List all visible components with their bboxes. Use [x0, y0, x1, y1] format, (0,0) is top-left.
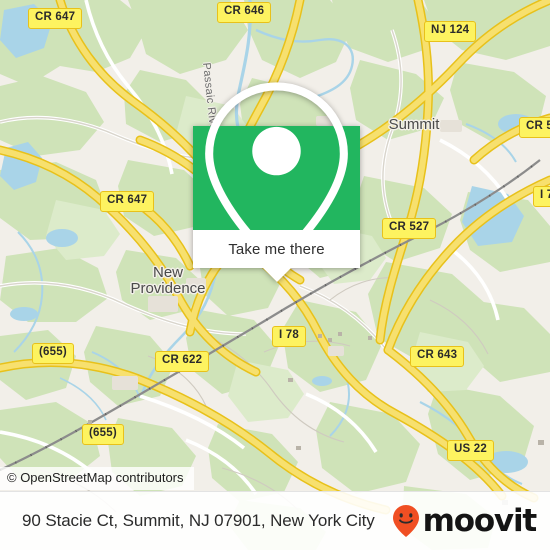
- location-popup-card[interactable]: Take me there: [193, 82, 360, 282]
- address-text: 90 Stacie Ct, Summit, NJ 07901, New York…: [22, 511, 375, 530]
- take-me-there-label: Take me there: [228, 240, 325, 258]
- moovit-pin-smile-icon: [392, 505, 419, 537]
- road-shield-i-78-east[interactable]: I 7: [533, 186, 550, 207]
- moovit-brand[interactable]: moovit: [391, 502, 538, 539]
- map-screen: Summit New Providence Passaic River CR 6…: [0, 0, 550, 550]
- map-canvas[interactable]: Summit New Providence Passaic River CR 6…: [0, 0, 550, 550]
- road-shield-us-22[interactable]: US 22: [447, 440, 494, 461]
- road-shield-nj-124[interactable]: NJ 124: [424, 21, 477, 42]
- road-shield-cr-647-west[interactable]: CR 647: [100, 191, 155, 212]
- osm-attribution[interactable]: © OpenStreetMap contributors: [0, 467, 194, 491]
- footer-bar: 90 Stacie Ct, Summit, NJ 07901, New York…: [0, 491, 550, 550]
- road-shield-655-south[interactable]: (655): [82, 424, 124, 445]
- road-shield-cr-647-north[interactable]: CR 647: [28, 8, 83, 29]
- map-pin-icon: [205, 82, 348, 270]
- road-shield-cr-527[interactable]: CR 527: [382, 218, 437, 239]
- road-shield-cr-643[interactable]: CR 643: [410, 346, 465, 367]
- road-shield-655-west[interactable]: (655): [32, 343, 74, 364]
- popup-header: [193, 82, 360, 270]
- road-shield-cr-51[interactable]: CR 51: [519, 117, 550, 138]
- popup-pointer-tail: [262, 268, 291, 282]
- moovit-wordmark: moovit: [422, 502, 538, 539]
